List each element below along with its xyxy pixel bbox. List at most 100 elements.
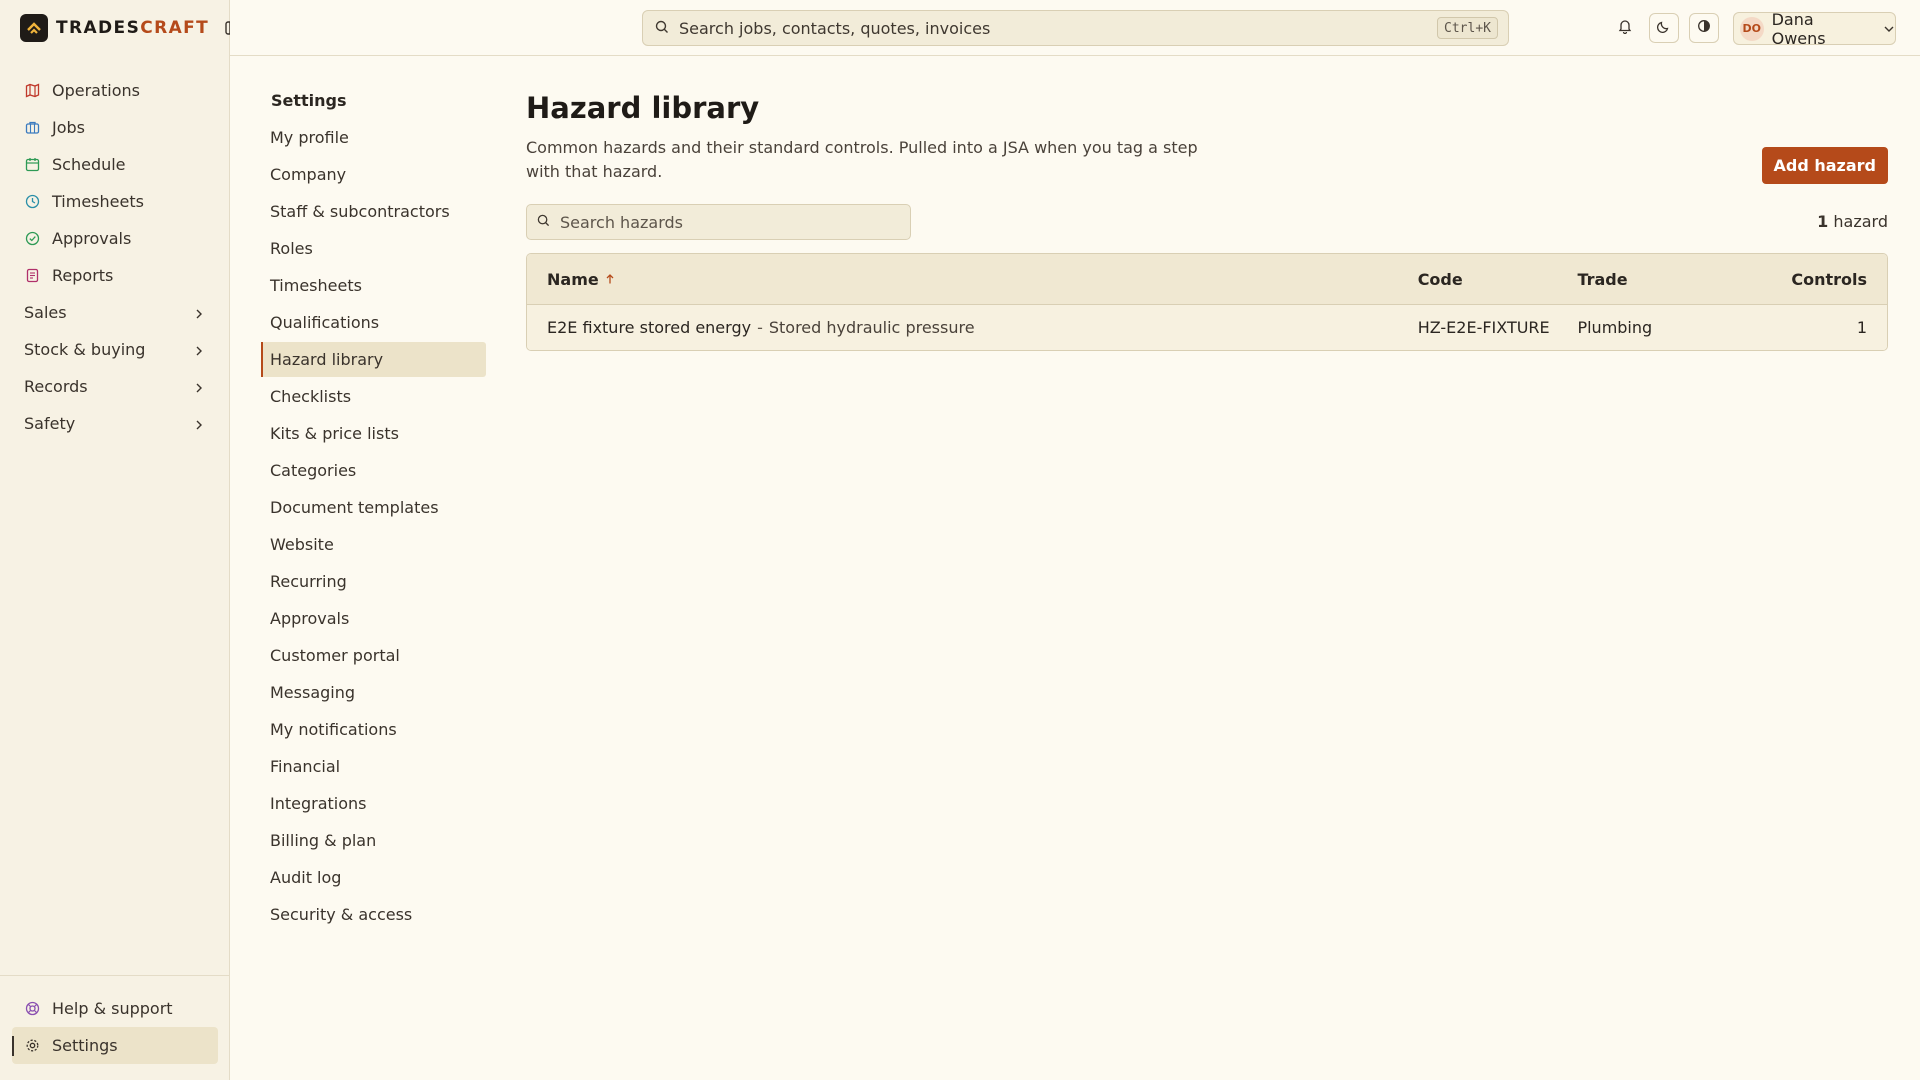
table-toolbar: 1 hazard (526, 204, 1888, 241)
settings-nav: Settings My profile Company Staff & subc… (261, 80, 486, 934)
bell-icon (1617, 18, 1633, 39)
nav-item-timesheets[interactable]: Timesheets (12, 183, 218, 220)
hazard-search-input[interactable] (560, 212, 890, 232)
settings-item-integrations[interactable]: Integrations (261, 786, 486, 821)
settings-item-audit-log[interactable]: Audit log (261, 860, 486, 895)
nav-item-reports[interactable]: Reports (12, 257, 218, 294)
chevron-right-icon (194, 379, 204, 398)
settings-item-checklists[interactable]: Checklists (261, 379, 486, 414)
nav-group-label: Safety (24, 414, 76, 433)
global-search-input[interactable]: Search jobs, contacts, quotes, invoices … (642, 10, 1509, 46)
nav-group-sales[interactable]: Sales (12, 294, 218, 331)
chevron-right-icon (194, 305, 204, 324)
hazard-name: E2E fixture stored energy (547, 318, 752, 337)
global-search-placeholder: Search jobs, contacts, quotes, invoices (679, 18, 991, 38)
avatar: DO (1740, 16, 1764, 41)
hazard-table: Name Code Trade Controls E2E fixture sto… (526, 253, 1888, 351)
settings-item-messaging[interactable]: Messaging (261, 675, 486, 710)
sort-ascending-icon (605, 270, 615, 289)
column-header-code[interactable]: Code (1418, 270, 1578, 289)
column-header-name[interactable]: Name (527, 270, 1418, 289)
map-icon (24, 83, 40, 99)
settings-item-financial[interactable]: Financial (261, 749, 486, 784)
hazard-search-field[interactable] (526, 204, 911, 240)
add-hazard-button[interactable]: Add hazard (1761, 147, 1888, 184)
nav-group-label: Records (24, 377, 88, 396)
nav-group-records[interactable]: Records (12, 368, 218, 405)
settings-item-kits-price-lists[interactable]: Kits & price lists (261, 416, 486, 451)
nav-label: Jobs (52, 118, 85, 137)
settings-item-customer-portal[interactable]: Customer portal (261, 638, 486, 673)
sidebar-divider (0, 975, 230, 976)
moon-icon (1656, 18, 1671, 38)
settings-item-qualifications[interactable]: Qualifications (261, 305, 486, 340)
theme-toggle-button[interactable] (1649, 13, 1679, 43)
search-icon (655, 19, 669, 38)
nav-label: Approvals (52, 229, 132, 248)
user-menu-button[interactable]: DO Dana Owens (1733, 9, 1896, 48)
user-name: Dana Owens (1771, 9, 1826, 48)
top-bar: Search jobs, contacts, quotes, invoices … (230, 0, 1920, 56)
hazard-count: 1 hazard (1817, 212, 1888, 231)
nav-item-approvals[interactable]: Approvals (12, 220, 218, 257)
brand[interactable]: TRADESCRAFT (20, 14, 241, 42)
brand-name: TRADESCRAFT (56, 18, 210, 38)
chevron-right-icon (194, 342, 204, 361)
brand-logo-icon (20, 14, 48, 42)
chevron-down-icon (1883, 19, 1895, 39)
shortcut-badge: Ctrl+K (1437, 17, 1498, 39)
settings-item-approvals[interactable]: Approvals (261, 601, 486, 636)
settings-item-roles[interactable]: Roles (261, 231, 486, 266)
nav-group-safety[interactable]: Safety (12, 405, 218, 442)
nav-label: Schedule (52, 155, 126, 174)
settings-item-hazard-library[interactable]: Hazard library (261, 342, 486, 377)
nav-item-help-support[interactable]: Help & support (12, 990, 218, 1027)
settings-item-categories[interactable]: Categories (261, 453, 486, 488)
calendar-icon (24, 157, 40, 173)
hazard-code-cell: HZ-E2E-FIXTURE (1417, 318, 1550, 337)
briefcase-icon (24, 120, 40, 136)
table-header: Name Code Trade Controls (527, 254, 1887, 305)
hazard-name-separator: - (757, 318, 763, 337)
nav-group-stock-buying[interactable]: Stock & buying (12, 331, 218, 368)
settings-item-recurring[interactable]: Recurring (261, 564, 486, 599)
search-icon (537, 212, 550, 232)
settings-item-website[interactable]: Website (261, 527, 486, 562)
table-row[interactable]: E2E fixture stored energy - Stored hydra… (527, 305, 1887, 350)
settings-item-my-notifications[interactable]: My notifications (261, 712, 486, 747)
contrast-icon (1697, 18, 1711, 38)
secondary-nav: Help & support Settings (12, 990, 218, 1064)
nav-label: Reports (52, 266, 114, 285)
settings-item-timesheets[interactable]: Timesheets (261, 268, 486, 303)
column-header-trade[interactable]: Trade (1577, 270, 1757, 289)
settings-item-document-templates[interactable]: Document templates (261, 490, 486, 525)
clock-icon (24, 194, 40, 210)
nav-item-operations[interactable]: Operations (12, 72, 218, 109)
hazard-controls-cell: 1 (1856, 318, 1868, 337)
settings-item-company[interactable]: Company (261, 157, 486, 192)
nav-label: Operations (52, 81, 140, 100)
report-icon (24, 268, 40, 284)
hazard-count-number: 1 (1817, 212, 1829, 231)
settings-item-billing-plan[interactable]: Billing & plan (261, 823, 486, 858)
settings-nav-title: Settings (271, 90, 347, 110)
lifebuoy-icon (24, 1001, 40, 1017)
nav-item-schedule[interactable]: Schedule (12, 146, 218, 183)
settings-item-my-profile[interactable]: My profile (261, 120, 486, 155)
page-description: Common hazards and their standard contro… (526, 138, 1198, 181)
nav-item-settings[interactable]: Settings (12, 1027, 218, 1064)
column-header-controls[interactable]: Controls (1757, 270, 1887, 289)
main-content: Hazard library Common hazards and their … (526, 80, 1888, 351)
nav-item-jobs[interactable]: Jobs (12, 109, 218, 146)
hazard-subtitle: Stored hydraulic pressure (768, 318, 975, 337)
chevron-right-icon (194, 416, 204, 435)
column-header-label: Name (547, 269, 599, 289)
settings-item-security-access[interactable]: Security & access (261, 897, 486, 932)
notifications-button[interactable] (1610, 13, 1640, 43)
nav-group-label: Sales (24, 303, 67, 322)
nav-label: Settings (52, 1036, 118, 1055)
nav-label: Help & support (52, 999, 173, 1018)
hazard-count-label: hazard (1833, 212, 1888, 231)
settings-item-staff[interactable]: Staff & subcontractors (261, 194, 486, 229)
contrast-button[interactable] (1689, 13, 1719, 43)
